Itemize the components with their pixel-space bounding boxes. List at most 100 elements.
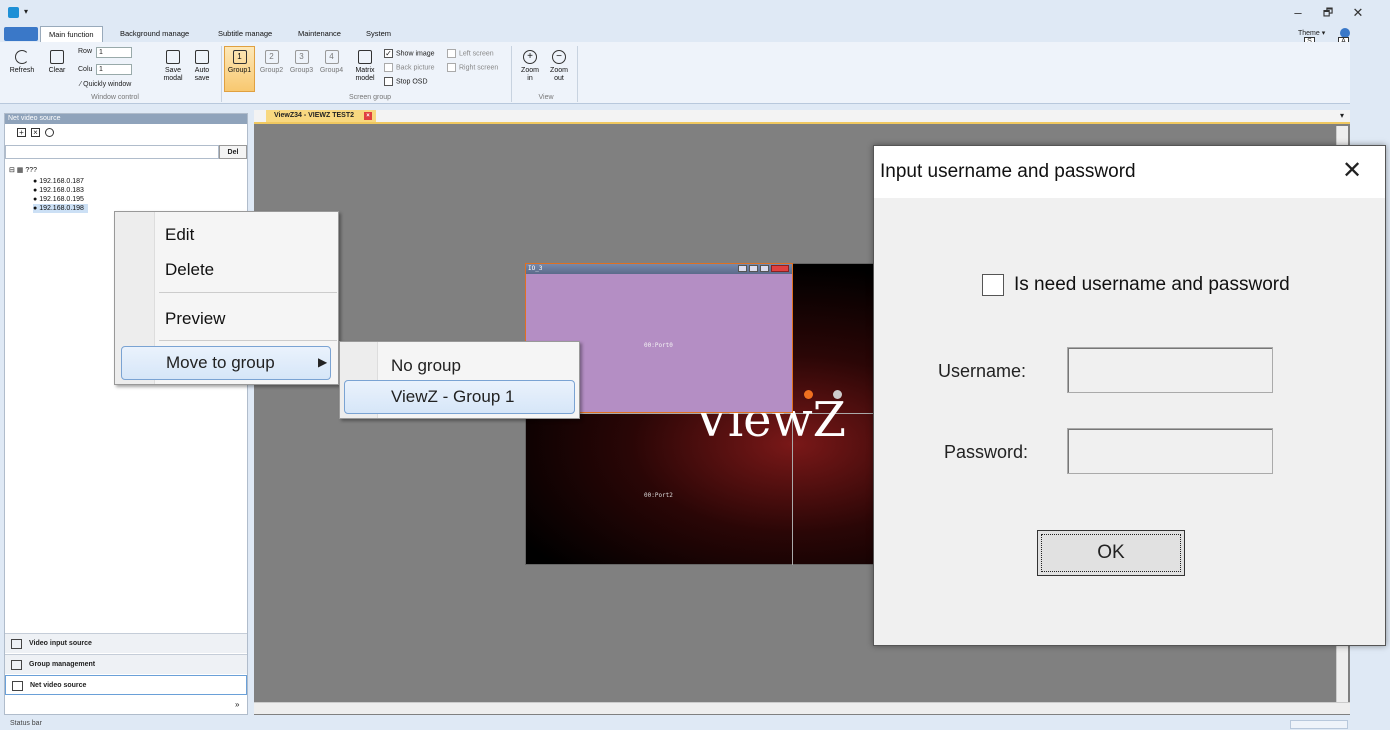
app-menu-button[interactable]: [4, 27, 38, 41]
refresh-icon: [15, 50, 29, 64]
tab-background-manage[interactable]: Background manage: [112, 26, 197, 42]
status-text: Status bar: [10, 720, 42, 727]
window-maximize-icon[interactable]: [760, 265, 769, 272]
camera-icon: ●: [33, 196, 38, 203]
nav-video-input-source[interactable]: Video input source: [5, 633, 247, 653]
stop-osd-check-icon: [384, 77, 393, 86]
back-picture-label: Back picture: [396, 64, 435, 72]
column-label: Colu: [78, 66, 93, 73]
tree-item-selected[interactable]: ● 192.168.0.198: [33, 204, 88, 213]
group3-button[interactable]: 3 Group3: [286, 50, 317, 75]
tab-maintenance[interactable]: Maintenance: [290, 26, 349, 42]
refresh-button[interactable]: Refresh: [6, 50, 38, 75]
left-screen-checkbox[interactable]: Left screen: [447, 49, 494, 58]
menu-item-delete[interactable]: Delete: [165, 260, 214, 280]
expand-icon[interactable]: +: [17, 128, 26, 137]
logo-dot-orange: [804, 390, 813, 399]
stop-osd-checkbox[interactable]: Stop OSD: [384, 77, 428, 86]
group3-label: Group3: [289, 67, 314, 74]
tab-subtitle-manage[interactable]: Subtitle manage: [210, 26, 280, 42]
filter-input[interactable]: [5, 145, 219, 159]
minimize-button[interactable]: –: [1288, 4, 1308, 22]
window-close-icon[interactable]: [771, 265, 789, 272]
group1-button[interactable]: 1 Group1: [224, 46, 255, 92]
app-icon[interactable]: [8, 7, 19, 18]
camera-icon: ●: [33, 178, 38, 185]
tab-system[interactable]: System: [358, 26, 399, 42]
nav-group-management[interactable]: Group management: [5, 654, 247, 674]
clear-button[interactable]: Clear: [42, 50, 72, 75]
group2-button[interactable]: 2 Group2: [256, 50, 287, 75]
collapse-icon[interactable]: ×: [31, 128, 40, 137]
tab-list-dropdown-icon[interactable]: ▾: [1340, 111, 1344, 120]
window-control-group-label: Window control: [91, 94, 139, 101]
nav-net-video-source[interactable]: Net video source: [5, 675, 247, 695]
tree-item-label: 192.168.0.187: [39, 178, 84, 185]
dialog-title: Input username and password: [874, 146, 1385, 198]
theme-label: Theme: [1298, 30, 1320, 37]
password-field[interactable]: [1067, 428, 1273, 474]
tree-item[interactable]: ● 192.168.0.187: [33, 177, 84, 186]
menu-item-edit[interactable]: Edit: [165, 225, 194, 245]
del-button[interactable]: Del: [219, 145, 247, 159]
auto-save-button[interactable]: Auto save: [188, 50, 216, 83]
dialog-close-button[interactable]: ✕: [1342, 156, 1362, 185]
save-modal-button[interactable]: Save modal: [158, 50, 188, 83]
show-image-check-icon: ✓: [384, 49, 393, 58]
window-minimize-icon[interactable]: [738, 265, 747, 272]
back-picture-checkbox[interactable]: Back picture: [384, 63, 435, 72]
right-screen-check-icon: [447, 63, 456, 72]
horizontal-scrollbar[interactable]: [254, 702, 1350, 714]
tree-item-label: 192.168.0.195: [39, 196, 84, 203]
nav-more-icon[interactable]: »: [235, 700, 239, 709]
window-restore-icon[interactable]: [749, 265, 758, 272]
group4-icon: 4: [324, 50, 339, 64]
port2-label: 00:Port2: [644, 492, 673, 499]
menu-separator: [159, 292, 337, 293]
zoom-out-button[interactable]: − Zoom out: [546, 50, 572, 83]
quickly-window-button[interactable]: ⁄ Quickly window: [80, 81, 131, 88]
menu-item-preview[interactable]: Preview: [165, 309, 225, 329]
search-icon[interactable]: [45, 128, 54, 137]
submenu-item-no-group[interactable]: No group: [391, 356, 461, 376]
column-spinner[interactable]: 1: [96, 64, 132, 75]
matrix-model-button[interactable]: Matrix model: [351, 50, 379, 83]
menu-item-move-to-group[interactable]: Move to group ▶: [121, 346, 331, 380]
tab-main-function[interactable]: Main function: [40, 26, 103, 42]
video-window-titlebar[interactable]: IO_3: [526, 264, 792, 274]
quickly-window-label: Quickly window: [83, 81, 132, 88]
stop-osd-label: Stop OSD: [396, 78, 428, 86]
need-credentials-checkbox[interactable]: [982, 274, 1004, 296]
logo-dot-grey: [833, 390, 842, 399]
ok-button[interactable]: OK: [1037, 530, 1185, 576]
zoom-in-button[interactable]: + Zoom in: [517, 50, 543, 83]
quick-access-dropdown-icon[interactable]: ▾: [24, 7, 28, 16]
theme-menu[interactable]: Theme ▾: [1298, 29, 1325, 37]
document-tab-strip: ViewZ34 - VIEWZ TEST2 × ▾: [254, 110, 1350, 124]
tree-item[interactable]: ● 192.168.0.183: [33, 186, 84, 195]
right-screen-checkbox[interactable]: Right screen: [447, 63, 498, 72]
port0-label: 00:Port0: [644, 342, 673, 349]
close-button[interactable]: ✕: [1348, 4, 1368, 22]
status-panel: [1290, 720, 1348, 729]
password-label: Password:: [944, 442, 1029, 462]
username-field[interactable]: [1067, 347, 1273, 393]
document-tab[interactable]: ViewZ34 - VIEWZ TEST2 ×: [266, 110, 377, 122]
show-image-checkbox[interactable]: ✓ Show image: [384, 49, 435, 58]
group4-button[interactable]: 4 Group4: [316, 50, 347, 75]
tree-root[interactable]: ⊟ ▦ ???: [9, 166, 37, 175]
ok-button-label: OK: [1097, 542, 1125, 563]
matrix-icon: [358, 50, 372, 64]
submenu-arrow-icon: ▶: [318, 355, 328, 369]
tree-item[interactable]: ● 192.168.0.195: [33, 195, 84, 204]
screen-group-label: Screen group: [348, 94, 392, 101]
right-screen-label: Right screen: [459, 64, 499, 72]
dialog-title-label: Input username and password: [880, 161, 1136, 182]
left-screen-label: Left screen: [459, 50, 494, 58]
group2-label: Group2: [259, 67, 284, 74]
restore-button[interactable]: 🗗: [1318, 4, 1338, 22]
monitor-icon: [12, 681, 23, 691]
tab-close-icon[interactable]: ×: [364, 112, 373, 120]
row-spinner[interactable]: 1: [96, 47, 132, 58]
submenu-item-viewz-group-1[interactable]: ViewZ - Group 1: [344, 380, 575, 414]
